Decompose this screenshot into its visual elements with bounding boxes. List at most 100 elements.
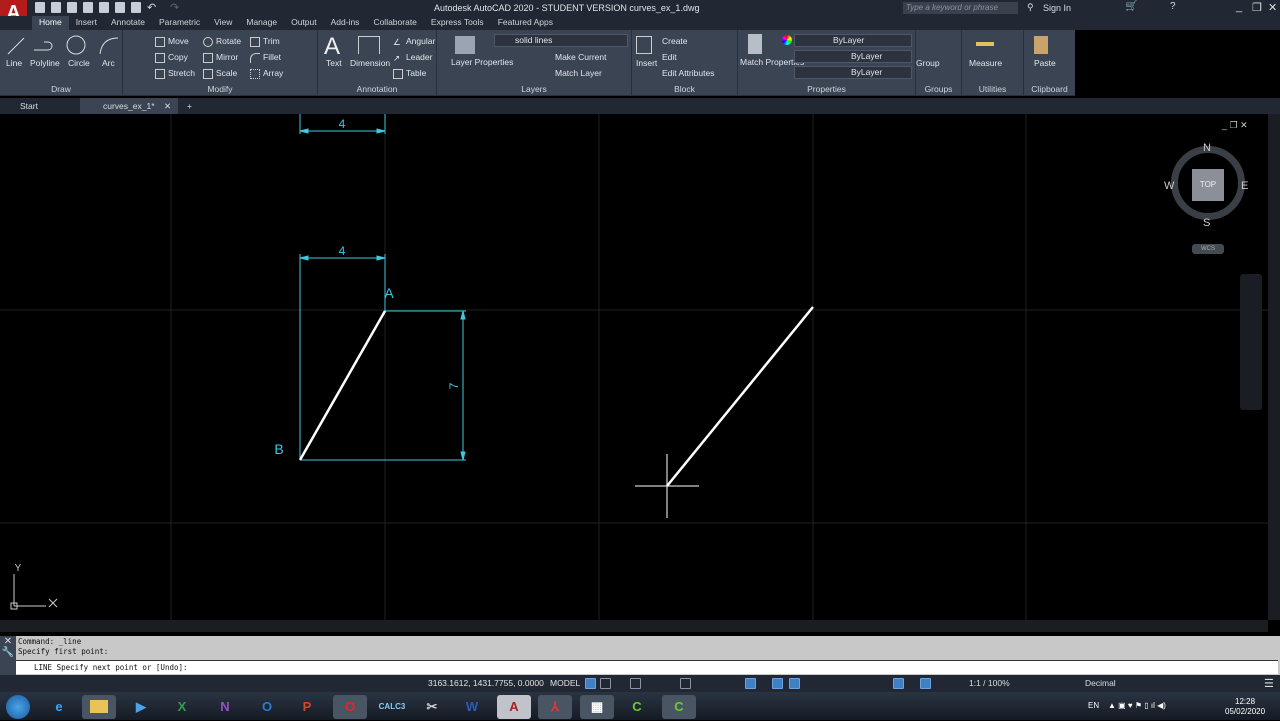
viewport-controls[interactable]: _ ❐ ✕ — [1222, 120, 1248, 131]
taskbar-camtasia-recorder[interactable]: C — [662, 695, 696, 719]
taskbar-media-player[interactable]: ▶ — [124, 695, 158, 719]
fillet-button[interactable]: Fillet — [250, 52, 281, 63]
grid-toggle[interactable] — [585, 678, 596, 689]
tab-featured-apps[interactable]: Featured Apps — [491, 16, 560, 30]
taskbar-word[interactable]: W — [455, 695, 489, 719]
help-icon[interactable]: ? — [1170, 1, 1176, 12]
model-space-button[interactable]: MODEL — [550, 678, 580, 688]
clock[interactable]: 12:28 05/02/2020 — [1225, 697, 1265, 717]
taskbar-calculator[interactable]: ▦ — [580, 695, 614, 719]
ortho-toggle[interactable] — [630, 678, 641, 689]
tab-output[interactable]: Output — [284, 16, 324, 30]
annotation-visibility-toggle[interactable] — [920, 678, 931, 689]
annotation-scale[interactable]: 1:1 / 100% — [969, 678, 1010, 688]
units-dropdown[interactable]: Decimal — [1085, 678, 1116, 688]
lineweight-toggle[interactable] — [772, 678, 783, 689]
cart-icon[interactable]: 🛒 — [1125, 1, 1137, 12]
horizontal-scrollbar[interactable] — [0, 620, 1268, 632]
create-block-button[interactable]: Create — [662, 36, 688, 46]
new-tab-button[interactable]: + — [187, 101, 192, 111]
taskbar-explorer[interactable] — [82, 695, 116, 719]
insert-button[interactable]: Insert — [636, 58, 657, 68]
taskbar-calc3[interactable]: CALC3 — [375, 695, 409, 719]
mirror-button[interactable]: Mirror — [203, 52, 238, 63]
copy-button[interactable]: Copy — [155, 52, 188, 63]
wcs-menu[interactable]: WCS — [1192, 244, 1224, 254]
layer-dropdown[interactable]: solid lines — [494, 34, 628, 47]
binoculars-icon[interactable]: ⚲ — [1027, 2, 1034, 13]
tab-insert[interactable]: Insert — [69, 16, 104, 30]
tab-view[interactable]: View — [207, 16, 239, 30]
plot-icon[interactable] — [99, 2, 109, 13]
utilities-panel-title[interactable]: Utilities — [962, 84, 1023, 94]
print-icon[interactable] — [131, 2, 141, 13]
color-dropdown[interactable]: ByLayer — [794, 34, 912, 47]
restore-button[interactable]: ❐ — [1252, 1, 1262, 14]
tab-express-tools[interactable]: Express Tools — [424, 16, 491, 30]
taskbar-snipping-tool[interactable]: ✂ — [415, 695, 449, 719]
new-icon[interactable] — [35, 2, 45, 13]
polar-toggle[interactable] — [680, 678, 691, 689]
layers-panel-title[interactable]: Layers — [437, 84, 631, 94]
close-tab-icon[interactable]: ✕ — [164, 101, 171, 112]
array-button[interactable]: Array — [250, 68, 283, 79]
modify-panel-title[interactable]: Modify — [123, 84, 317, 94]
tab-home[interactable]: Home — [32, 16, 69, 30]
layer-properties-button[interactable]: Layer Properties — [451, 58, 513, 67]
line-ab[interactable] — [298, 310, 387, 461]
start-tab[interactable]: Start — [20, 101, 38, 111]
clipboard-panel-title[interactable]: Clipboard — [1024, 84, 1075, 94]
group-button[interactable]: Group — [916, 58, 940, 68]
table-button[interactable]: Table — [393, 68, 426, 79]
viewcube-north[interactable]: N — [1203, 142, 1211, 154]
circle-button[interactable]: Circle — [68, 58, 90, 68]
paste-button[interactable]: Paste — [1034, 58, 1056, 68]
measure-button[interactable]: Measure — [969, 58, 1002, 68]
command-line-controls[interactable]: ✕ 🔧 — [0, 636, 16, 675]
angular-button[interactable]: ∠ Angular — [393, 36, 435, 47]
sign-in-button[interactable]: Sign In — [1043, 3, 1071, 13]
match-layer-button[interactable]: Match Layer — [555, 68, 602, 78]
groups-panel-title[interactable]: Groups — [916, 84, 961, 94]
annotation-panel-title[interactable]: Annotation — [318, 84, 436, 94]
taskbar-ie[interactable]: e — [42, 695, 76, 719]
close-button[interactable]: ✕ — [1268, 1, 1277, 14]
edit-attributes-button[interactable]: Edit Attributes — [662, 68, 714, 78]
edit-block-button[interactable]: Edit — [662, 52, 677, 62]
linetype-dropdown[interactable]: ByLayer — [794, 50, 912, 63]
drawing-canvas[interactable]: 4 4 7 A B Y TOP N S E W WCS _ ❐ ✕ — [0, 114, 1268, 620]
trim-button[interactable]: Trim — [250, 36, 280, 47]
minimize-button[interactable]: _ — [1236, 1, 1242, 13]
polyline-button[interactable]: Polyline — [30, 58, 60, 68]
block-panel-title[interactable]: Block — [632, 84, 737, 94]
tab-add-ins[interactable]: Add-ins — [324, 16, 367, 30]
undo-icon[interactable]: ↶ — [147, 1, 156, 14]
open-icon[interactable] — [51, 2, 61, 13]
make-current-button[interactable]: Make Current — [555, 52, 607, 62]
draw-panel-title[interactable]: Draw — [0, 84, 122, 94]
taskbar-acrobat[interactable]: ⅄ — [538, 695, 572, 719]
search-input[interactable]: Type a keyword or phrase — [903, 2, 1018, 14]
viewcube-south[interactable]: S — [1203, 217, 1210, 229]
command-input[interactable]: LINE Specify next point or [Undo]: — [16, 660, 1278, 674]
viewcube-east[interactable]: E — [1241, 180, 1248, 192]
tab-annotate[interactable]: Annotate — [104, 16, 152, 30]
move-button[interactable]: Move — [155, 36, 189, 47]
gizmo-toggle[interactable] — [893, 678, 904, 689]
viewcube-west[interactable]: W — [1164, 180, 1174, 192]
arc-button[interactable]: Arc — [102, 58, 115, 68]
save-as-icon[interactable] — [83, 2, 93, 13]
line-button[interactable]: Line — [6, 58, 22, 68]
taskbar-outlook[interactable]: O — [250, 695, 284, 719]
stretch-button[interactable]: Stretch — [155, 68, 195, 79]
taskbar-opera[interactable]: O — [333, 695, 367, 719]
system-tray[interactable]: ▲ ▣ ♥ ⚑ ▯ ıl ◀) — [1108, 701, 1166, 710]
dimension-button[interactable]: Dimension — [350, 58, 390, 68]
text-button[interactable]: Text — [326, 58, 342, 68]
scale-button[interactable]: Scale — [203, 68, 237, 79]
taskbar-excel[interactable]: X — [165, 695, 199, 719]
taskbar-powerpoint[interactable]: P — [290, 695, 324, 719]
navigation-bar[interactable] — [1240, 274, 1262, 410]
viewcube-top-face[interactable]: TOP — [1192, 169, 1224, 201]
leader-button[interactable]: ↗ Leader — [393, 52, 432, 63]
